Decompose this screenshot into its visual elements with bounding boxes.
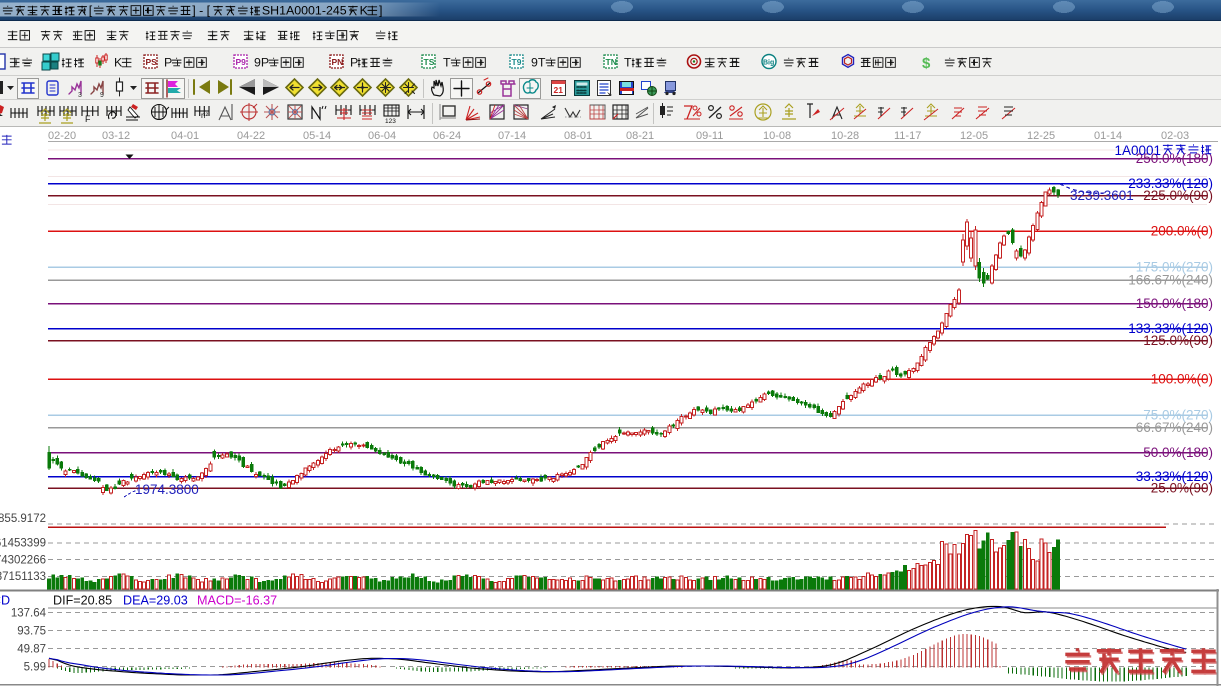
svg-text:166.67%(240): 166.67%(240) — [1128, 273, 1213, 288]
svg-text:74302266: 74302266 — [0, 555, 46, 567]
svg-text:10-08: 10-08 — [763, 130, 791, 142]
svg-text:5.99: 5.99 — [24, 662, 46, 674]
svg-text:21: 21 — [554, 85, 564, 95]
svg-text:93.75: 93.75 — [17, 626, 46, 638]
svg-text:02-20: 02-20 — [48, 130, 76, 142]
svg-text:07-14: 07-14 — [498, 130, 526, 142]
svg-text:[: [ — [89, 4, 93, 18]
svg-text:49.87: 49.87 — [17, 644, 46, 656]
svg-text:61453399: 61453399 — [0, 538, 46, 550]
svg-text:66.67%(240): 66.67%(240) — [1136, 420, 1213, 435]
svg-text:123: 123 — [385, 118, 396, 125]
svg-text:MACD=-16.37: MACD=-16.37 — [197, 594, 277, 608]
svg-text:T9: T9 — [512, 57, 522, 67]
svg-text:P: P — [350, 56, 358, 70]
svg-text:K: K — [360, 4, 369, 18]
svg-text:150.0%(180): 150.0%(180) — [1136, 296, 1213, 311]
svg-text:11-17: 11-17 — [894, 130, 921, 142]
svg-text:04-01: 04-01 — [171, 130, 199, 142]
svg-text:T: T — [624, 56, 632, 70]
svg-text:1A0001: 1A0001 — [1114, 143, 1161, 158]
svg-text:PN: PN — [332, 57, 344, 67]
svg-text:04-22: 04-22 — [237, 130, 265, 142]
svg-text:3: 3 — [78, 92, 82, 99]
svg-text:K: K — [114, 56, 123, 70]
svg-text:10-28: 10-28 — [831, 130, 859, 142]
svg-text:SH1A0001-245: SH1A0001-245 — [262, 4, 347, 18]
svg-text:09-11: 09-11 — [696, 130, 723, 142]
svg-text:02-03: 02-03 — [1161, 130, 1189, 142]
svg-text:9: 9 — [100, 92, 104, 99]
svg-text:] - [: ] - [ — [192, 4, 210, 18]
svg-text:3239.3601: 3239.3601 — [1070, 188, 1134, 203]
svg-text:DIF=20.85: DIF=20.85 — [53, 594, 112, 608]
svg-text:DEA=29.03: DEA=29.03 — [123, 594, 188, 608]
svg-text:1974.3800: 1974.3800 — [135, 482, 199, 497]
svg-text:P9: P9 — [236, 57, 247, 67]
svg-text:$: $ — [922, 55, 931, 72]
svg-text:Big: Big — [763, 60, 774, 67]
svg-text:01-14: 01-14 — [1094, 130, 1122, 142]
svg-text:100.0%(0): 100.0%(0) — [1151, 372, 1213, 387]
svg-text:06-24: 06-24 — [433, 130, 461, 142]
svg-text:n²: n² — [201, 111, 208, 120]
svg-text:08-21: 08-21 — [626, 130, 654, 142]
svg-text:12-05: 12-05 — [960, 130, 988, 142]
svg-text:]: ] — [379, 4, 382, 18]
svg-text:125.0%(90): 125.0%(90) — [1143, 333, 1213, 348]
svg-text:TS: TS — [424, 57, 435, 67]
svg-text:87151133: 87151133 — [0, 571, 46, 583]
svg-text:05-14: 05-14 — [303, 130, 331, 142]
svg-text:855.9172: 855.9172 — [0, 513, 46, 525]
svg-text:06-04: 06-04 — [368, 130, 396, 142]
svg-text:PS: PS — [146, 57, 158, 67]
svg-text:9T: 9T — [531, 56, 546, 70]
svg-text:50.0%(180): 50.0%(180) — [1143, 445, 1213, 460]
svg-text:08-01: 08-01 — [564, 130, 592, 142]
svg-text:137.64: 137.64 — [11, 608, 47, 620]
svg-text:P: P — [164, 56, 172, 70]
svg-text:9P: 9P — [254, 56, 269, 70]
svg-text:25.0%(90): 25.0%(90) — [1151, 481, 1213, 496]
svg-text:T: T — [443, 56, 451, 70]
svg-text:TN: TN — [606, 57, 617, 67]
svg-text:12-25: 12-25 — [1027, 130, 1055, 142]
svg-text:ACD: ACD — [0, 594, 10, 608]
svg-text:03-12: 03-12 — [102, 130, 130, 142]
svg-text:F: F — [85, 114, 91, 124]
svg-text:225.0%(90): 225.0%(90) — [1143, 188, 1213, 203]
svg-text:200.0%(0): 200.0%(0) — [1151, 224, 1213, 239]
